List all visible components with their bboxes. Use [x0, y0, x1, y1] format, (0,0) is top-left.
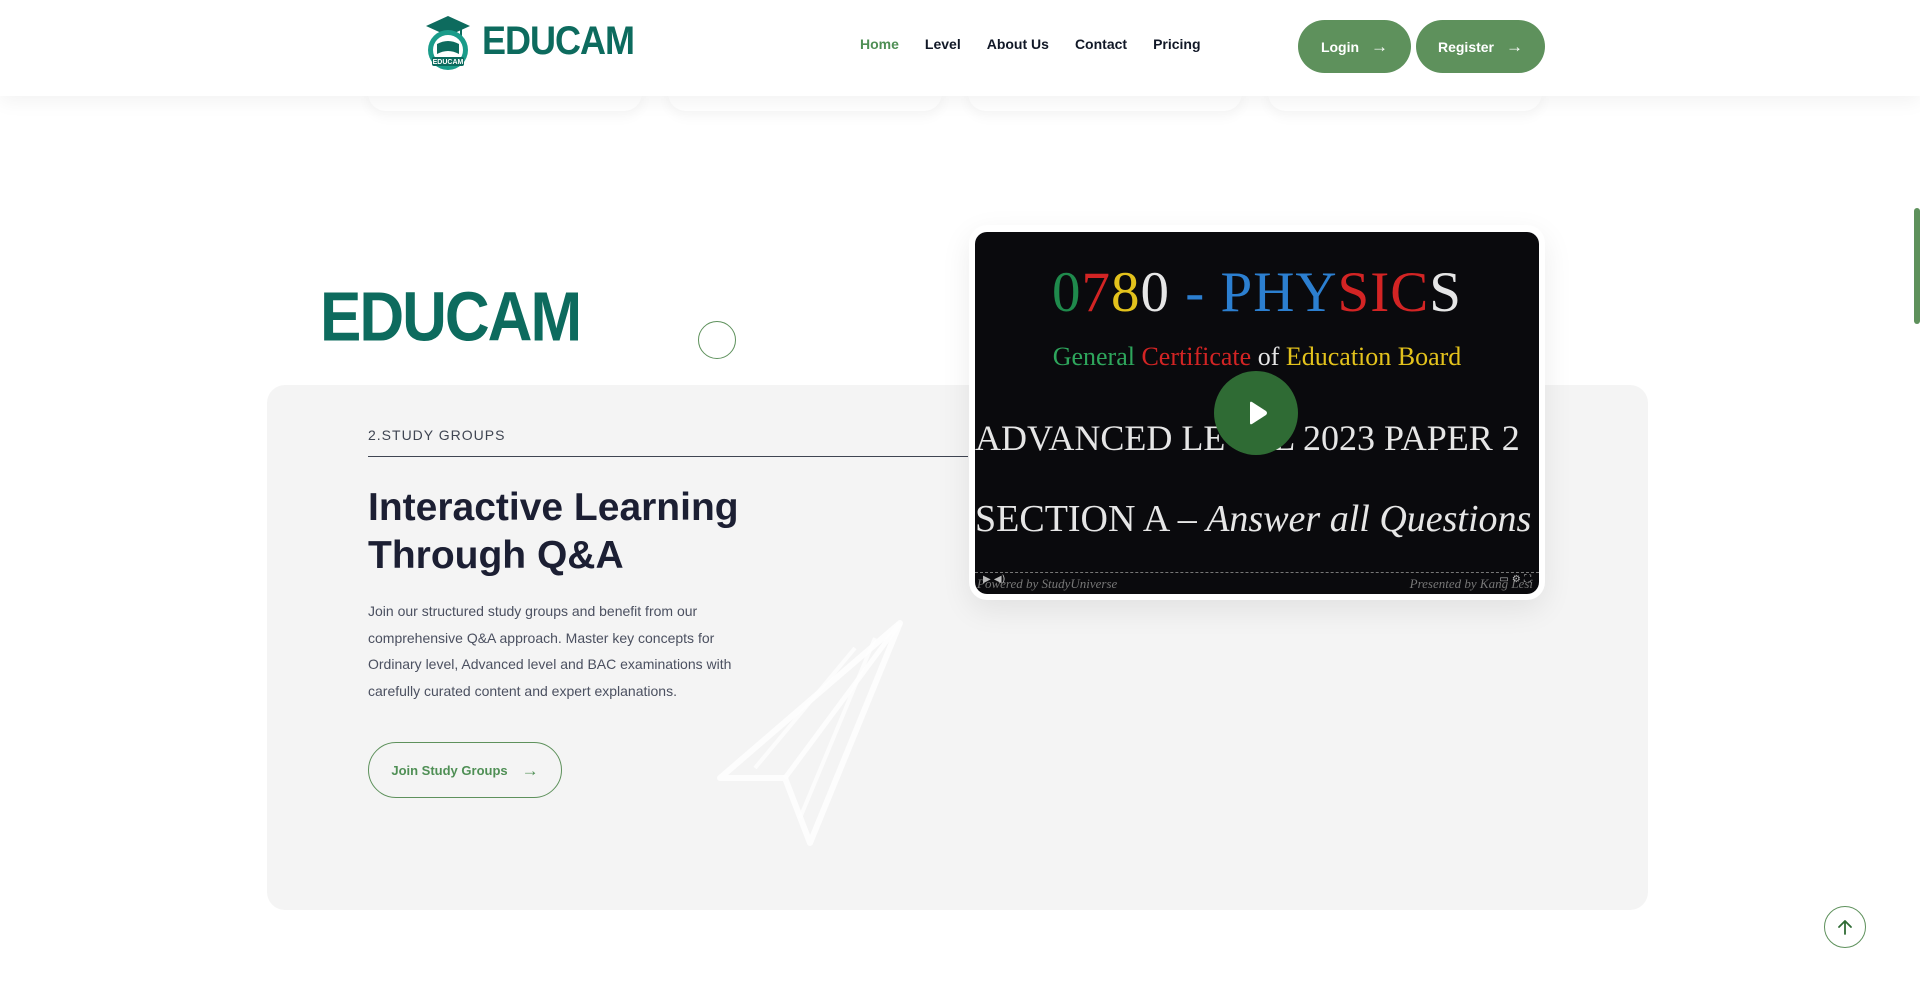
- site-logo[interactable]: EDUCAM EDUCAM: [420, 10, 635, 72]
- login-label: Login: [1320, 38, 1360, 55]
- video-title: 0780 - PHYSICS: [975, 260, 1539, 325]
- video-controls[interactable]: ▶ ◀) ▭ ⚙ ⛶: [975, 574, 1539, 590]
- register-button[interactable]: Register →: [1416, 20, 1545, 73]
- video-title-part: 0: [1140, 261, 1171, 324]
- arrow-right-icon: →: [1371, 37, 1389, 56]
- section-brand-logo: EDUCAM: [320, 279, 582, 357]
- logo-badge-text: EDUCAM: [433, 59, 464, 66]
- video-section-line: SECTION A – Answer all Questions: [975, 497, 1531, 541]
- section-description: Join our structured study groups and ben…: [368, 603, 732, 699]
- video-subtitle-part: of: [1257, 342, 1286, 371]
- nav-home[interactable]: Home: [860, 36, 899, 52]
- video-subtitle: General Certificate of Education Board: [975, 342, 1539, 372]
- nav-level[interactable]: Level: [925, 36, 961, 52]
- video-title-part: -: [1170, 261, 1221, 324]
- video-title-part: S: [1429, 261, 1462, 324]
- join-study-groups-label: Join Study Groups: [391, 762, 508, 778]
- video-player[interactable]: 0780 - PHYSICS General Certificate of Ed…: [975, 232, 1539, 594]
- scroll-to-top-button[interactable]: [1824, 906, 1866, 948]
- section-headline: Interactive Learning Through Q&A: [368, 486, 739, 577]
- video-subtitle-part: Education Board: [1285, 342, 1462, 371]
- arrow-right-icon: →: [1506, 37, 1524, 56]
- video-title-part: PHY: [1220, 261, 1338, 324]
- register-label: Register: [1437, 38, 1495, 55]
- video-divider: [975, 572, 1539, 573]
- video-subtitle-part: Certificate: [1141, 342, 1258, 371]
- scrollbar-thumb[interactable]: [1914, 208, 1920, 324]
- video-section-plain: SECTION A –: [975, 498, 1207, 540]
- video-title-part: SIC: [1337, 261, 1430, 324]
- eyebrow-divider: [368, 456, 968, 457]
- video-section-italic: Answer all Questions: [1206, 498, 1532, 540]
- decorative-circle: [698, 321, 736, 359]
- video-title-part: 8: [1111, 261, 1141, 324]
- video-title-part: 7: [1081, 261, 1112, 324]
- video-playback-controls[interactable]: ▶ ◀): [983, 574, 1005, 590]
- nav-about-us[interactable]: About Us: [987, 36, 1049, 52]
- site-header: EDUCAM EDUCAM Home Level About Us Contac…: [0, 0, 1920, 96]
- play-button[interactable]: [1214, 371, 1298, 455]
- video-settings-controls[interactable]: ▭ ⚙ ⛶: [1499, 574, 1531, 590]
- arrow-up-icon: [1838, 920, 1852, 935]
- login-button[interactable]: Login →: [1298, 20, 1411, 73]
- nav-pricing[interactable]: Pricing: [1153, 36, 1200, 52]
- video-subtitle-part: General: [1052, 342, 1142, 371]
- graduation-cap-icon: EDUCAM: [426, 16, 470, 70]
- section-eyebrow: 2.STUDY GROUPS: [368, 427, 506, 443]
- logo-wordmark: EDUCAM: [482, 17, 635, 63]
- nav-contact[interactable]: Contact: [1075, 36, 1127, 52]
- join-study-groups-button[interactable]: Join Study Groups →: [368, 742, 562, 798]
- video-title-part: 0: [1052, 261, 1082, 324]
- arrow-right-icon: →: [521, 760, 539, 780]
- main-nav: Home Level About Us Contact Pricing: [860, 36, 1201, 52]
- play-icon: [1250, 401, 1267, 425]
